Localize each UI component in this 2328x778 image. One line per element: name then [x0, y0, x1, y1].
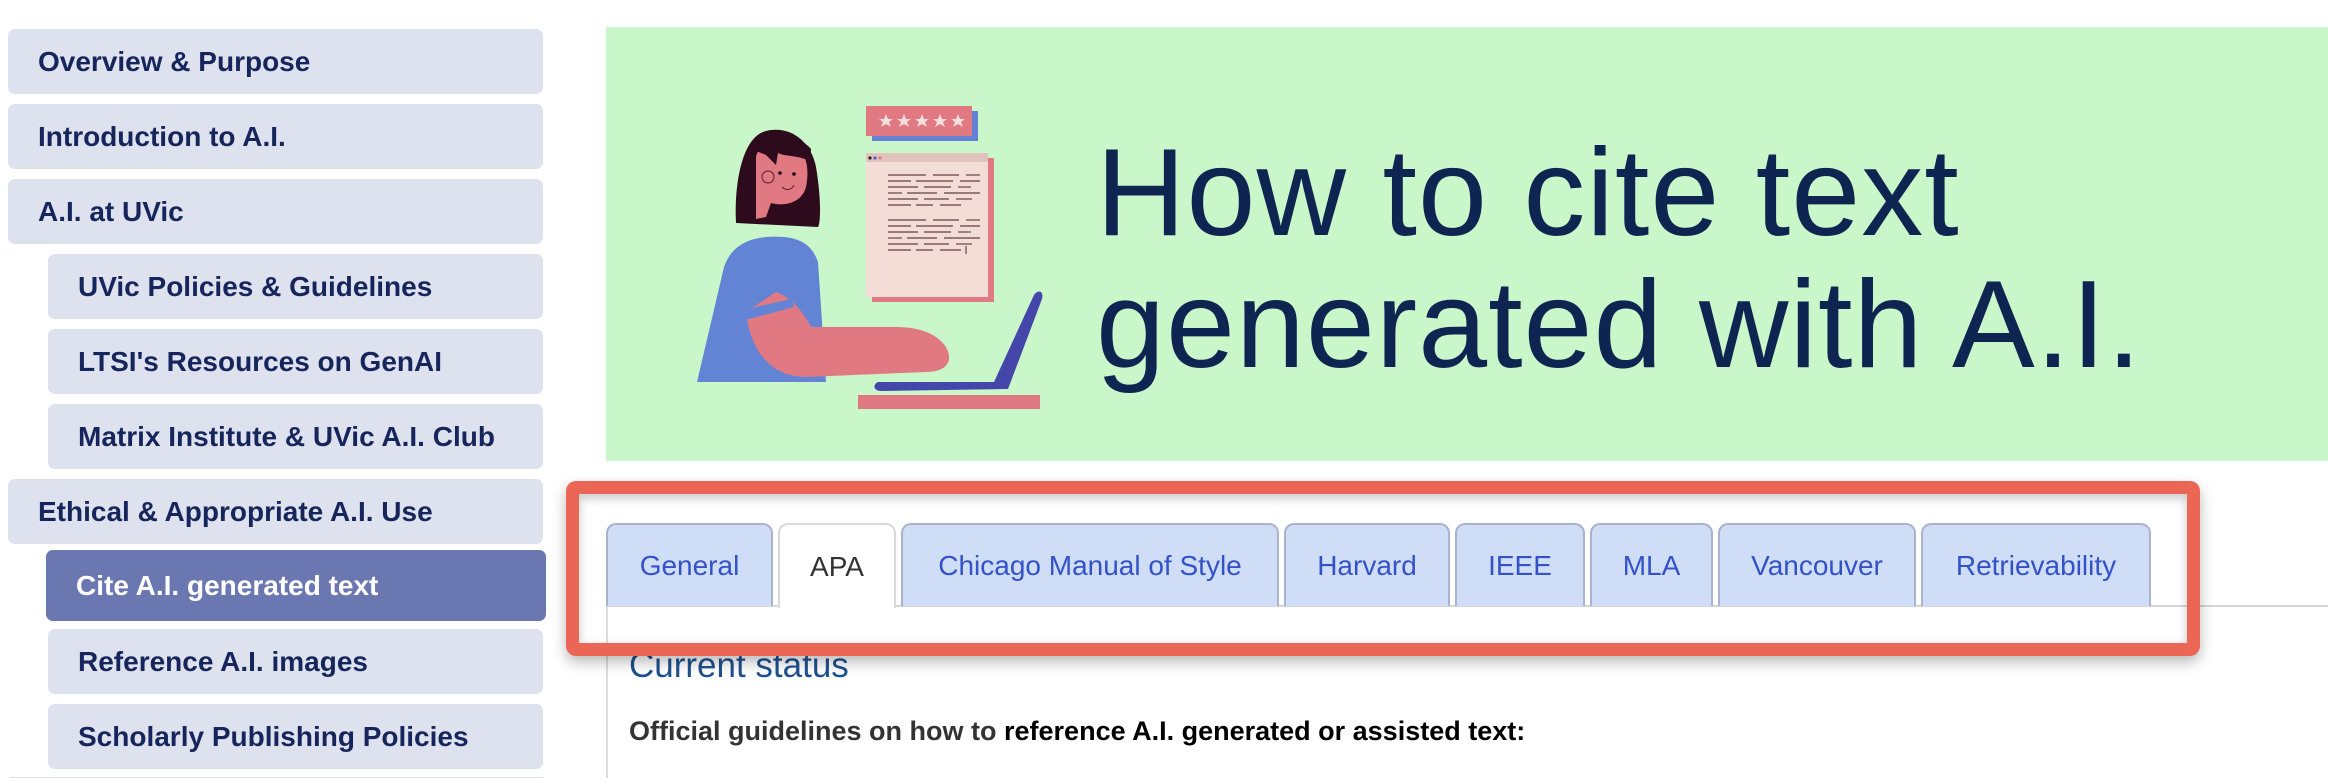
guidelines-intro-text: Official guidelines on how to reference … [629, 716, 1525, 747]
sidebar-nav: Overview & Purpose Introduction to A.I. … [0, 0, 560, 778]
sidebar-item-ltsi-resources[interactable]: LTSI's Resources on GenAI [48, 329, 543, 394]
sidebar-item-uvic-policies[interactable]: UVic Policies & Guidelines [48, 254, 543, 319]
section-heading-current-status: Current status [629, 646, 849, 685]
page-banner: How to cite text generated with A.I. [606, 27, 2328, 461]
guidelines-intro-emphasis: reference A.I. generated or assisted tex… [1004, 716, 1526, 746]
tab-vancouver[interactable]: Vancouver [1718, 523, 1916, 606]
ear [761, 170, 775, 184]
banner-title-line1: How to cite text [1096, 124, 1960, 262]
banner-title: How to cite text generated with A.I. [1096, 127, 2142, 391]
desk [858, 395, 1040, 409]
banner-title-line2: generated with A.I. [1096, 256, 2143, 394]
sidebar-item-introduction-to-ai[interactable]: Introduction to A.I. [8, 104, 543, 169]
eye [778, 171, 782, 175]
sidebar-item-matrix-institute[interactable]: Matrix Institute & UVic A.I. Club [48, 404, 543, 469]
tab-panel-border [606, 606, 608, 778]
sidebar-item-reference-ai-images[interactable]: Reference A.I. images [48, 629, 543, 694]
guidelines-intro-prefix: Official guidelines on how to [629, 716, 1005, 746]
tab-retrievability[interactable]: Retrievability [1921, 523, 2151, 606]
sidebar-item-cite-ai-text[interactable]: Cite A.I. generated text [46, 550, 546, 621]
document-titlebar [866, 153, 988, 162]
window-dot-icon [878, 156, 882, 160]
sidebar-item-overview-purpose[interactable]: Overview & Purpose [8, 29, 543, 94]
tab-harvard[interactable]: Harvard [1284, 523, 1450, 606]
window-dot-icon [868, 156, 872, 160]
eye [792, 172, 796, 176]
tab-ieee[interactable]: IEEE [1455, 523, 1585, 606]
window-dot-icon [873, 156, 877, 160]
tab-apa[interactable]: APA [778, 523, 896, 608]
tab-chicago-manual-of-style[interactable]: Chicago Manual of Style [901, 523, 1279, 606]
sidebar-item-ai-at-uvic[interactable]: A.I. at UVic [8, 179, 543, 244]
person-typing-illustration [697, 106, 1043, 409]
sidebar-item-ethical-ai-use[interactable]: Ethical & Appropriate A.I. Use [8, 479, 543, 544]
sidebar-item-scholarly-publishing[interactable]: Scholarly Publishing Policies [48, 704, 543, 769]
tab-general[interactable]: General [606, 523, 773, 606]
tab-mla[interactable]: MLA [1590, 523, 1713, 606]
